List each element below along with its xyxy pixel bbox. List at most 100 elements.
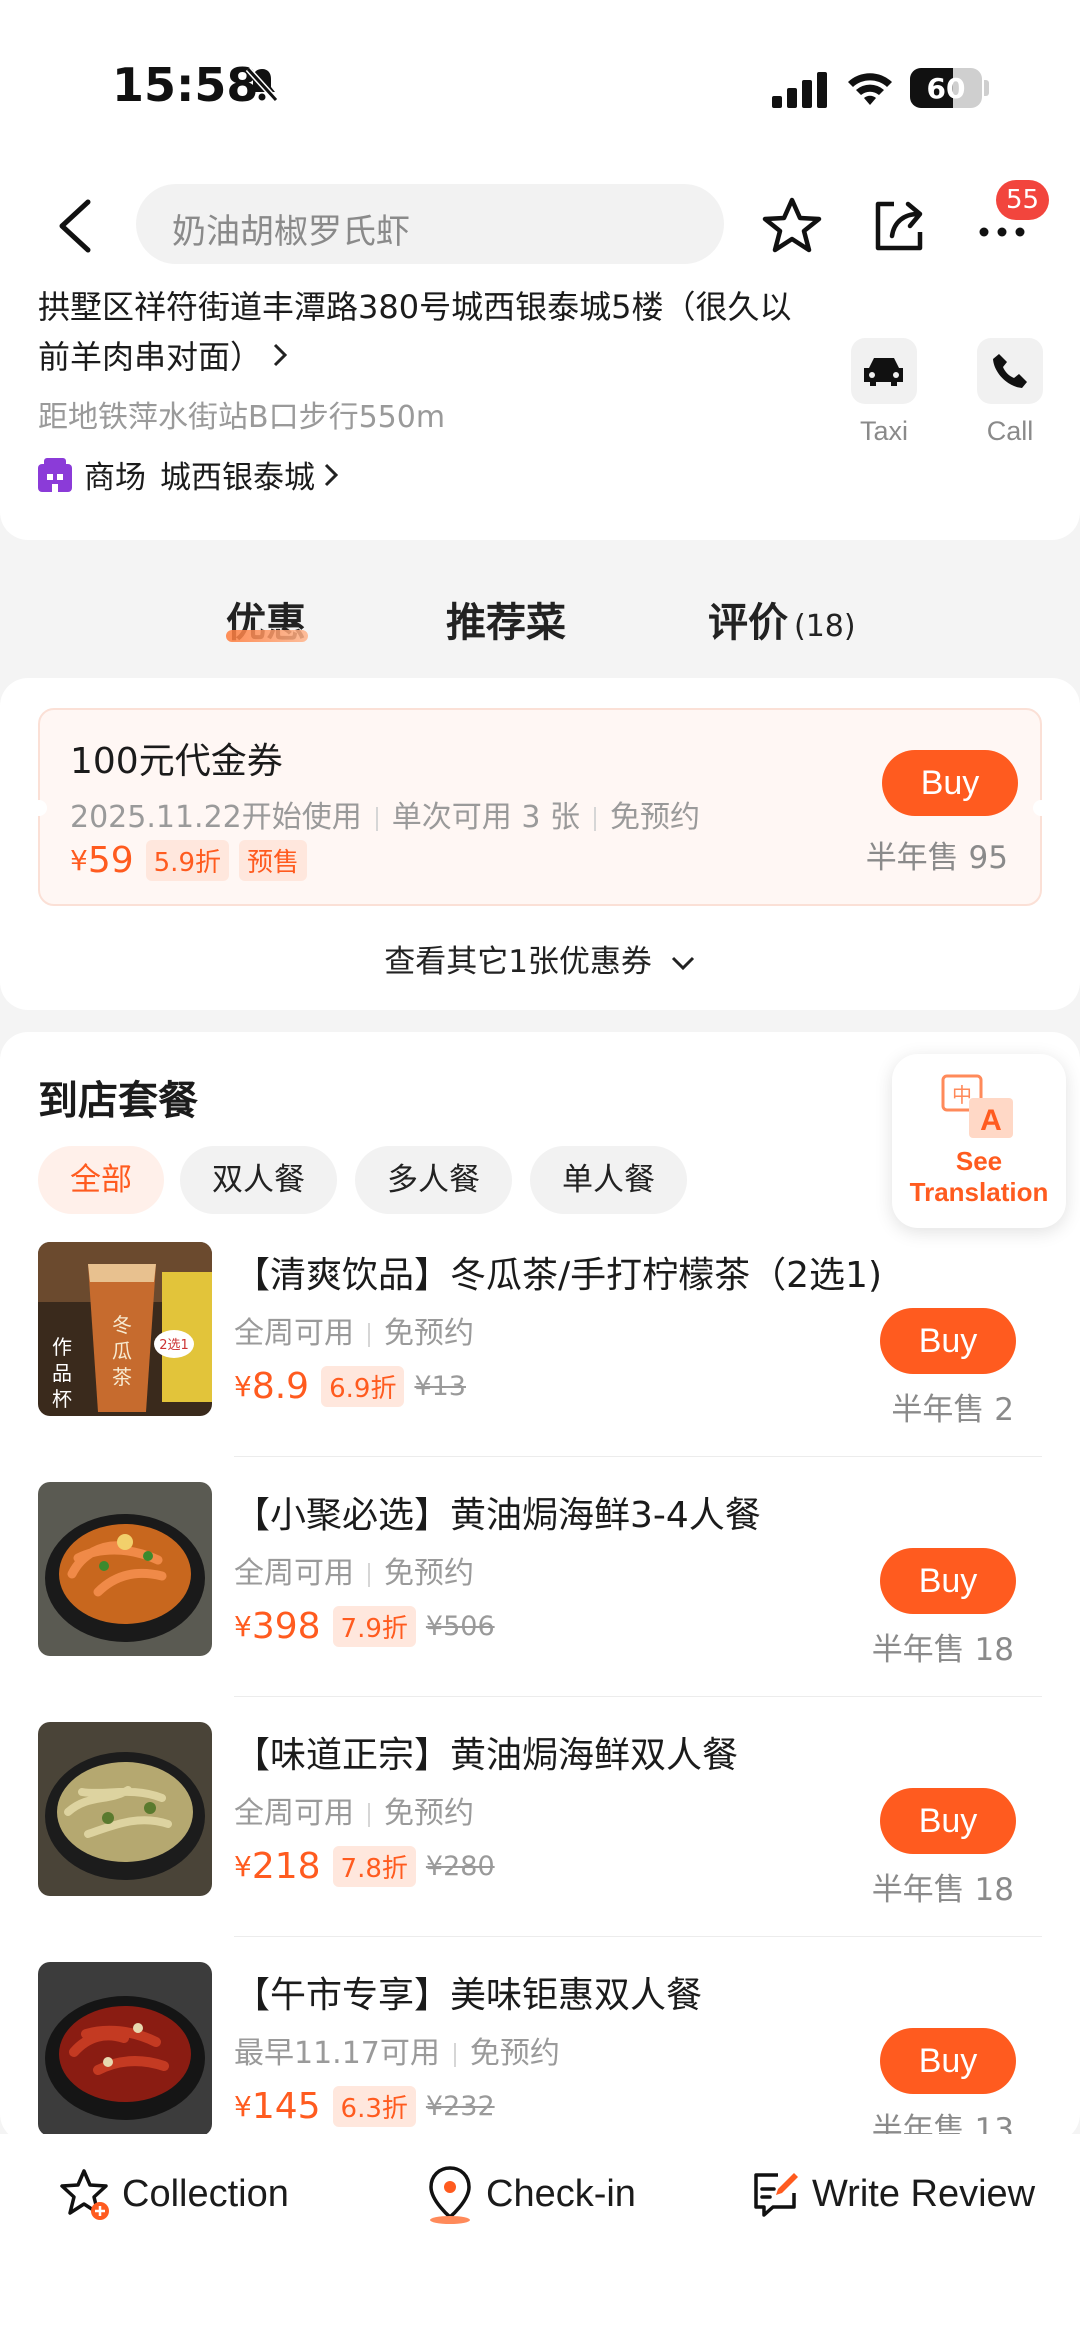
translate-button[interactable]: 中 A See Translation	[892, 1054, 1066, 1228]
divider	[234, 1936, 1042, 1937]
tab-reviews-label: 评价	[708, 600, 788, 646]
cup-text-1: 冬	[112, 1313, 132, 1337]
voucher-title: 100元代金券	[70, 741, 283, 782]
package-name: 【味道正宗】黄油焗海鲜双人餐	[234, 1735, 739, 1776]
price-amount: 398	[251, 1606, 321, 1647]
filter-single-person[interactable]: 单人餐	[530, 1146, 687, 1214]
package-meta: 全周可用 免预约	[234, 1788, 474, 1832]
package-sold-count: 半年售 18	[871, 1872, 1014, 1908]
translate-icon: 中 A	[941, 1074, 1013, 1138]
translate-label: See Translation	[909, 1146, 1049, 1207]
discount-tag: 7.9折	[332, 1606, 416, 1647]
package-thumbnail	[38, 1482, 212, 1656]
taxi-label: Taxi	[859, 416, 908, 446]
price-amount: 8.9	[251, 1366, 310, 1407]
separator	[368, 1322, 370, 1347]
filter-all[interactable]: 全部	[38, 1146, 164, 1214]
address[interactable]: 拱墅区祥符街道丰潭路380号城西银泰城5楼（很久以前羊肉串对面）	[38, 282, 798, 382]
price-amount: 59	[87, 840, 134, 881]
package-name: 【清爽饮品】冬瓜茶/手打柠檬茶（2选1)	[234, 1255, 882, 1296]
package-price: ¥ 8.9 6.9折 ¥13	[234, 1366, 466, 1407]
divider	[234, 1456, 1042, 1457]
package-buy-button[interactable]: Buy	[880, 1548, 1016, 1614]
taxi-button[interactable]: Taxi	[844, 338, 924, 447]
price-currency: ¥	[70, 844, 88, 877]
bell-muted-icon	[245, 66, 279, 103]
thumb-text-3: 杯	[52, 1387, 72, 1411]
package-buy-button[interactable]: Buy	[880, 1308, 1016, 1374]
original-price: ¥280	[425, 1851, 495, 1882]
filter-multi-person[interactable]: 多人餐	[355, 1146, 512, 1214]
voucher-buy-button[interactable]: Buy	[882, 750, 1018, 816]
package-name: 【午市专享】美味钜惠双人餐	[234, 1975, 703, 2016]
car-icon	[864, 358, 903, 386]
voucher-start: 2025.11.22开始使用	[70, 800, 362, 835]
tab-recommended-label: 推荐菜	[446, 600, 566, 646]
call-button[interactable]: Call	[970, 338, 1050, 447]
package-meta: 全周可用 免预约	[234, 1548, 474, 1592]
package-section-title: 到店套餐	[38, 1078, 198, 1124]
mall-type: 商场	[84, 460, 146, 496]
package-availability: 最早11.17可用	[234, 2036, 440, 2071]
package-item[interactable]: 【味道正宗】黄油焗海鲜双人餐 全周可用 免预约 ¥ 218 7.8折 ¥280 B…	[0, 1722, 1080, 1962]
mall-icon	[38, 457, 72, 492]
package-thumbnail: 冬 瓜 茶 2选1 作 品 杯	[38, 1242, 212, 1416]
package-meta: 全周可用 免预约	[234, 1308, 474, 1352]
package-availability: 全周可用	[234, 1556, 354, 1591]
discount-tag: 6.9折	[321, 1366, 405, 1407]
status-time: 15:58	[112, 58, 259, 112]
mall-link[interactable]: 商场 城西银泰城	[38, 452, 341, 497]
package-item[interactable]: 【小聚必选】黄油焗海鲜3-4人餐 全周可用 免预约 ¥ 398 7.9折 ¥506…	[0, 1482, 1080, 1722]
location-pin-icon	[429, 2166, 471, 2224]
status-bar: 15:58 60	[0, 0, 1080, 170]
write-review-button[interactable]: Write Review	[748, 2164, 1035, 2224]
merchant-header: 奶油胡椒罗氏虾 55 拱墅区祥符街道丰潭路380号城西银泰城5楼（很久以前羊肉串…	[0, 170, 1080, 540]
package-item[interactable]: 【午市专享】美味钜惠双人餐 最早11.17可用 免预约 ¥ 145 6.3折 ¥2…	[0, 1962, 1080, 2142]
separator	[593, 806, 596, 831]
separator	[368, 1802, 370, 1827]
search-input[interactable]: 奶油胡椒罗氏虾	[136, 184, 724, 264]
separator	[368, 1562, 370, 1587]
notification-badge: 55	[996, 180, 1050, 220]
voucher-meta: 2025.11.22开始使用 单次可用 3 张免预约	[70, 792, 700, 836]
cup-text-3: 茶	[112, 1365, 132, 1389]
filter-two-person[interactable]: 双人餐	[180, 1146, 337, 1214]
collection-button[interactable]: Collection	[58, 2164, 289, 2224]
package-availability: 全周可用	[234, 1796, 354, 1831]
price-amount: 145	[251, 2086, 321, 2127]
package-buy-button[interactable]: Buy	[880, 1788, 1016, 1854]
divider	[234, 1696, 1042, 1697]
check-in-button[interactable]: Check-in	[424, 2164, 636, 2224]
chevron-right-icon	[324, 463, 339, 486]
package-buy-button[interactable]: Buy	[880, 2028, 1016, 2094]
search-placeholder: 奶油胡椒罗氏虾	[172, 212, 410, 252]
package-price: ¥ 398 7.9折 ¥506	[234, 1606, 495, 1647]
back-icon[interactable]	[52, 196, 98, 256]
package-name: 【小聚必选】黄油焗海鲜3-4人餐	[234, 1495, 761, 1536]
star-icon[interactable]	[760, 194, 824, 258]
package-item[interactable]: 冬 瓜 茶 2选1 作 品 杯 【清爽饮品】冬瓜茶/手打柠檬茶（2选1) 全周可…	[0, 1242, 1080, 1482]
tab-recommended[interactable]: 推荐菜	[446, 590, 566, 648]
more-coupons-link[interactable]: 查看其它1张优惠券	[0, 936, 1080, 981]
share-icon[interactable]	[866, 194, 930, 258]
package-reserve: 免预约	[384, 1796, 474, 1831]
battery-indicator: 60	[910, 68, 982, 108]
package-availability: 全周可用	[234, 1316, 354, 1351]
metro-distance: 距地铁萍水街站B口步行550m	[38, 400, 446, 435]
voucher-limit: 单次可用 3 张	[391, 800, 580, 835]
tab-reviews[interactable]: 评价 (18)	[708, 590, 856, 648]
bottom-action-bar: Collection Check-in Write Review	[0, 2134, 1080, 2348]
address-text: 拱墅区祥符街道丰潭路380号城西银泰城5楼（很久以前羊肉串对面）	[38, 288, 792, 376]
chevron-right-icon	[270, 332, 290, 382]
package-price: ¥ 145 6.3折 ¥232	[234, 2086, 495, 2127]
voucher-card[interactable]: 100元代金券 2025.11.22开始使用 单次可用 3 张免预约 ¥ 59 5…	[31, 708, 1049, 906]
battery-nub	[984, 80, 989, 96]
package-sold-count: 半年售 18	[871, 1632, 1014, 1668]
price-currency: ¥	[234, 1850, 252, 1883]
phone-icon	[993, 354, 1027, 388]
voucher-price: ¥ 59 5.9折 预售	[70, 840, 317, 881]
price-currency: ¥	[234, 2090, 252, 2123]
original-price: ¥13	[414, 1371, 466, 1402]
coupon-section: 100元代金券 2025.11.22开始使用 单次可用 3 张免预约 ¥ 59 5…	[0, 678, 1080, 1010]
original-price: ¥232	[425, 2091, 495, 2122]
